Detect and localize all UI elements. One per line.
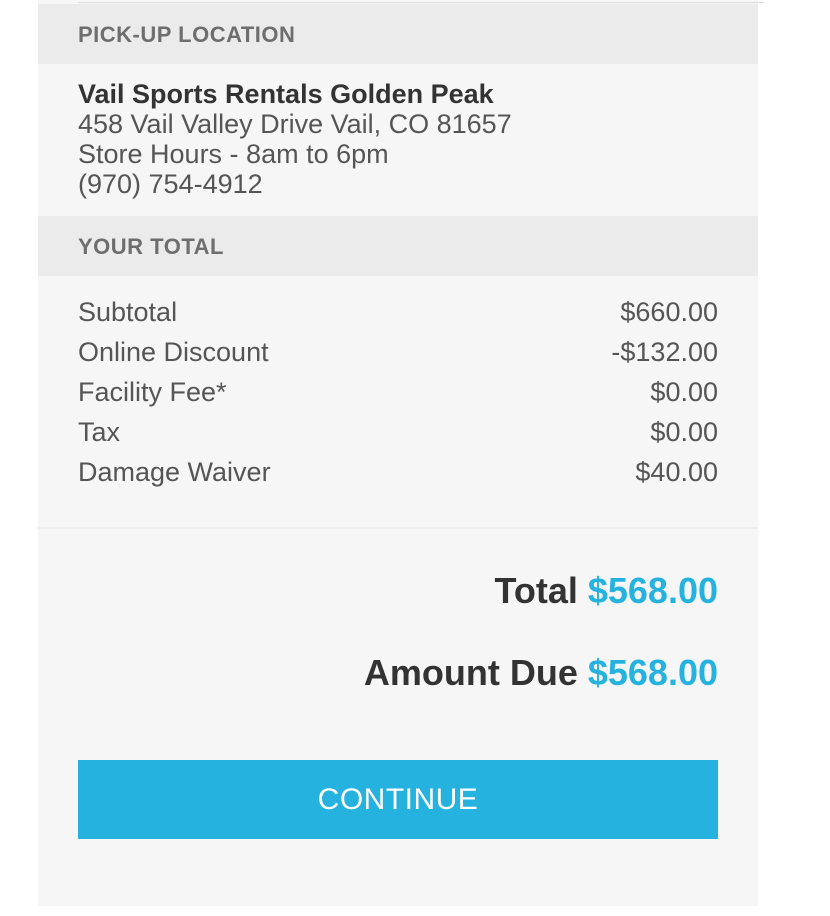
line-item-row: Damage Waiver $40.00: [78, 456, 718, 496]
line-item-row: Subtotal $660.00: [78, 296, 718, 336]
line-item-row: Tax $0.00: [78, 416, 718, 456]
order-summary-panel: PICK-UP LOCATION Vail Sports Rentals Gol…: [38, 0, 764, 906]
line-item-value: $40.00: [635, 457, 718, 487]
total-label: Total: [494, 570, 578, 611]
line-item-value: $0.00: [650, 377, 718, 407]
line-item-row: Facility Fee* $0.00: [78, 376, 718, 416]
totals-divider: [38, 527, 758, 529]
line-item-row: Online Discount -$132.00: [78, 336, 718, 376]
line-item-value: $660.00: [620, 297, 718, 327]
line-item-label: Facility Fee*: [78, 377, 227, 407]
top-divider: [78, 2, 764, 3]
your-total-header: YOUR TOTAL: [38, 216, 758, 276]
line-item-value: -$132.00: [611, 337, 718, 367]
amount-due-value: $568.00: [587, 652, 718, 693]
line-item-label: Online Discount: [78, 337, 269, 367]
line-item-label: Subtotal: [78, 297, 178, 327]
amount-due-label: Amount Due: [363, 652, 578, 693]
store-name: Vail Sports Rentals Golden Peak: [78, 79, 494, 109]
grand-total: Total $568.00: [495, 570, 718, 612]
pickup-location-header: PICK-UP LOCATION: [38, 4, 758, 64]
pickup-location-details: Vail Sports Rentals Golden Peak 458 Vail…: [78, 79, 738, 199]
totals-breakdown: Subtotal $660.00 Online Discount -$132.0…: [78, 296, 718, 496]
line-item-label: Damage Waiver: [78, 457, 271, 487]
total-amount: $568.00: [587, 570, 718, 611]
line-item-label: Tax: [78, 417, 121, 447]
store-address: 458 Vail Valley Drive Vail, CO 81657: [78, 109, 512, 139]
store-phone: (970) 754-4912: [78, 169, 263, 199]
store-hours: Store Hours - 8am to 6pm: [78, 139, 389, 169]
line-item-value: $0.00: [650, 417, 718, 447]
continue-button[interactable]: CONTINUE: [78, 760, 718, 839]
amount-due: Amount Due $568.00: [364, 652, 718, 694]
